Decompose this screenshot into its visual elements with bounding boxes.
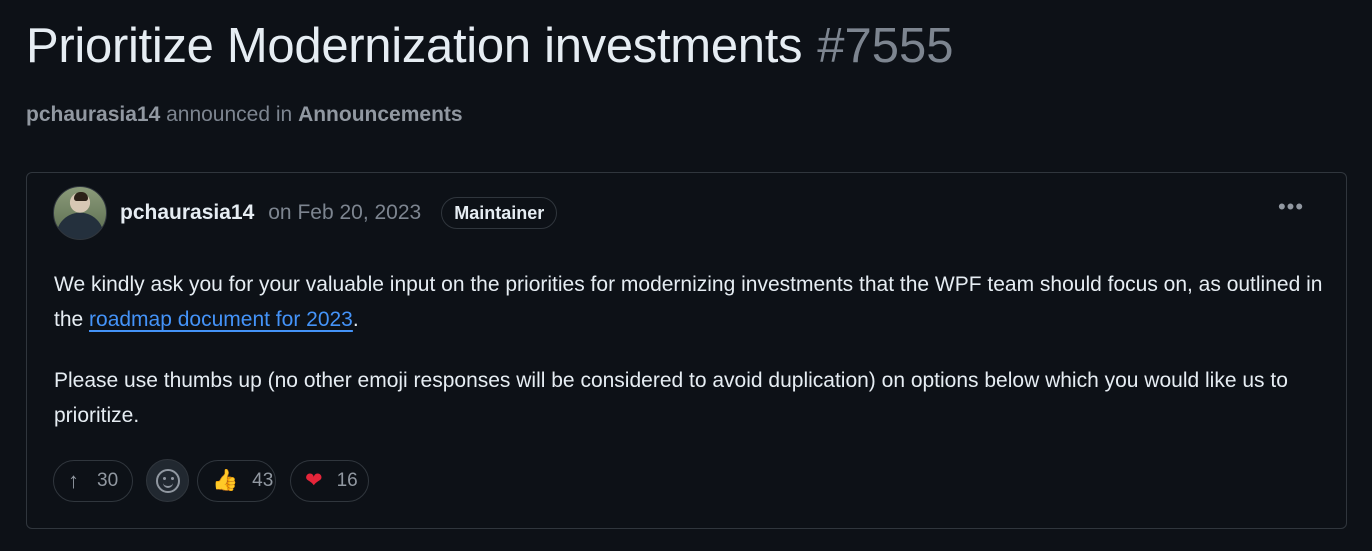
smiley-icon [155, 468, 180, 493]
reactions-bar: ↑ 30 👍 43 ❤ 16 [53, 459, 369, 502]
add-reaction-button[interactable] [146, 459, 189, 502]
upvote-count: 30 [97, 469, 119, 491]
announced-text: announced in [166, 103, 293, 126]
discussion-meta: pchaurasia14 announced in Announcements [26, 103, 1346, 127]
roadmap-link[interactable]: roadmap document for 2023 [89, 308, 353, 331]
avatar[interactable] [53, 186, 107, 240]
heart-count: 16 [336, 469, 358, 491]
thumbs-up-icon: 👍 [212, 469, 239, 492]
discussion-header: Prioritize Modernization investments #75… [26, 18, 1346, 127]
kebab-horizontal-icon: ••• [1277, 194, 1305, 219]
post-paragraph-2: Please use thumbs up (no other emoji res… [54, 369, 1288, 427]
post-paragraph-1: We kindly ask you for your valuable inpu… [54, 267, 1324, 337]
post-author-link[interactable]: pchaurasia14 [120, 201, 254, 225]
thumbs-up-reaction[interactable]: 👍 43 [197, 459, 276, 502]
paragraph-1-end: . [352, 308, 359, 331]
page-title: Prioritize Modernization investments [26, 19, 803, 73]
upvote-button[interactable]: ↑ 30 [53, 459, 133, 502]
arrow-up-icon: ↑ [68, 467, 79, 493]
heart-reaction[interactable]: ❤ 16 [290, 459, 369, 502]
post-header: pchaurasia14 on Feb 20, 2023 Maintainer [53, 185, 558, 241]
discussion-post: pchaurasia14 on Feb 20, 2023 Maintainer … [26, 172, 1347, 529]
post-date[interactable]: on Feb 20, 2023 [268, 201, 421, 225]
discussion-number: #7555 [817, 19, 954, 73]
category-link[interactable]: Announcements [298, 103, 463, 126]
thumbs-up-count: 43 [252, 469, 274, 491]
maintainer-badge: Maintainer [441, 197, 558, 229]
more-options-button[interactable]: ••• [1274, 193, 1308, 221]
heart-icon: ❤ [305, 469, 323, 492]
title-row: Prioritize Modernization investments #75… [26, 18, 1346, 82]
post-body: We kindly ask you for your valuable inpu… [54, 267, 1324, 459]
header-author-link[interactable]: pchaurasia14 [26, 103, 160, 126]
